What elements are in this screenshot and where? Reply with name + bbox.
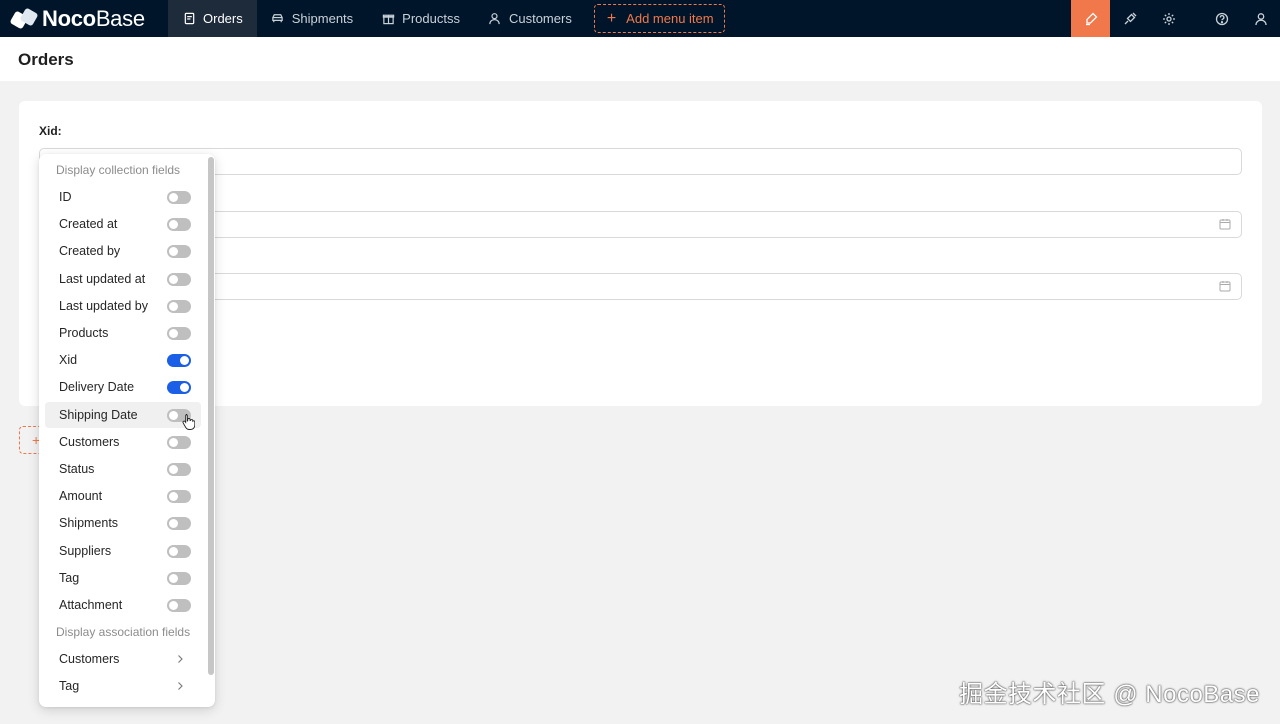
association-field-row[interactable]: Tag (45, 673, 201, 699)
field-toggle-switch[interactable] (167, 272, 191, 286)
field-toggle-row[interactable]: Xid (45, 347, 201, 373)
field-toggle-switch[interactable] (167, 299, 191, 313)
field-toggle-row[interactable]: Products (45, 320, 201, 346)
field-toggle-switch[interactable] (167, 327, 191, 340)
add-block-button[interactable]: + (19, 426, 41, 454)
field-label: Attachment (59, 598, 123, 612)
field-toggle-switch[interactable] (167, 490, 191, 504)
field-toggle-switch[interactable] (167, 245, 191, 259)
field-toggle-switch[interactable] (167, 463, 191, 476)
calendar-icon (1219, 281, 1231, 292)
watermark: 掘金技术社区 @ NocoBase (959, 681, 1260, 708)
field-toggle-switch[interactable] (167, 354, 191, 368)
toolbar-icons (1071, 0, 1280, 37)
calendar-icon (1219, 219, 1231, 230)
field-label: Suppliers (59, 543, 112, 558)
add-menu-label: Add menu item (626, 11, 714, 26)
document-icon (182, 12, 196, 26)
field-toggle-switch[interactable] (167, 571, 191, 585)
field-toggle-row[interactable]: ID (45, 184, 201, 210)
car-icon (271, 12, 285, 26)
nav-label: Orders (203, 11, 243, 26)
nocobase-logo-icon (9, 6, 39, 30)
field-toggle-row[interactable]: Last updated at (45, 266, 201, 292)
field-toggle-switch[interactable] (167, 218, 191, 232)
association-field-row[interactable]: Customers (45, 646, 201, 672)
field-toggle-row[interactable]: Amount (45, 483, 201, 509)
nav-label: Shipments (291, 11, 354, 26)
field-label: Created by (59, 244, 121, 259)
field-toggle-switch[interactable] (167, 599, 191, 612)
field-label: Delivery Date (59, 380, 135, 395)
top-navbar: NocoBase Orders Shipments Productss Cust… (0, 0, 1280, 37)
field-label: Products (59, 326, 109, 340)
settings-icon[interactable] (1149, 0, 1188, 37)
collection-fields-group-title: Display collection fields (56, 163, 181, 177)
field-label: Status (59, 462, 95, 476)
nav-label: Productss (402, 11, 460, 26)
page-header: Orders (0, 37, 1280, 81)
field-toggle-row[interactable]: Delivery Date (45, 374, 201, 400)
field-toggle-switch[interactable] (167, 381, 191, 395)
nav-item-orders[interactable]: Orders (168, 0, 257, 37)
nav-item-customers[interactable]: Customers (474, 0, 586, 37)
field-toggle-row[interactable]: Customers (45, 429, 201, 455)
field-label: Last updated at (59, 271, 146, 286)
field-toggle-row[interactable]: Shipments (45, 510, 201, 536)
field-toggle-row[interactable]: Last updated by (45, 293, 201, 319)
xid-input[interactable] (39, 148, 1242, 175)
highlight-icon[interactable] (1071, 0, 1110, 37)
xid-field-label: Xid: (39, 124, 62, 138)
add-menu-item-button[interactable]: + Add menu item (593, 4, 725, 33)
field-label: Customers (59, 652, 120, 666)
field-toggle-row[interactable]: Tag (45, 565, 201, 591)
field-label: Shipping Date (59, 407, 138, 422)
chevron-right-icon (178, 655, 183, 663)
field-toggle-row[interactable]: Attachment (45, 592, 201, 618)
nav-label: Customers (508, 11, 572, 26)
field-config-dropdown: Display collection fields Display associ… (39, 154, 215, 707)
field-toggle-row[interactable]: Status (45, 456, 201, 482)
field-toggle-switch[interactable] (167, 517, 191, 531)
shipping-date-input[interactable] (39, 273, 1242, 300)
pointer-cursor-icon (182, 414, 195, 430)
field-label: Customers (59, 434, 120, 449)
main-nav: Orders Shipments Productss Customers + A… (168, 0, 725, 37)
field-label: Xid (59, 353, 78, 368)
field-toggle-row[interactable]: Shipping Date (45, 401, 201, 428)
field-toggle-switch[interactable] (167, 191, 191, 204)
logo-text: NocoBase (42, 5, 145, 31)
field-label: Amount (59, 489, 103, 504)
field-label: Last updated by (59, 298, 148, 313)
plus-icon: + (606, 9, 617, 27)
field-label: Tag (59, 570, 80, 585)
field-toggle-row[interactable]: Created at (45, 211, 201, 237)
field-toggle-switch[interactable] (167, 544, 191, 558)
field-toggle-switch[interactable] (167, 435, 191, 449)
gift-icon (381, 12, 395, 26)
plugin-icon[interactable] (1110, 0, 1149, 37)
nav-item-shipments[interactable]: Shipments (257, 0, 367, 37)
logo[interactable]: NocoBase (0, 0, 168, 37)
delivery-date-input[interactable] (39, 211, 1242, 238)
field-label: Created at (59, 217, 118, 232)
field-label: Shipments (59, 516, 119, 531)
field-toggle-row[interactable]: Created by (45, 238, 201, 264)
field-label: ID (59, 190, 72, 204)
nav-item-products[interactable]: Productss (367, 0, 474, 37)
help-icon[interactable] (1202, 0, 1241, 37)
page-title: Orders (18, 50, 74, 69)
association-fields-group-title: Display association fields (56, 625, 191, 639)
user-icon[interactable] (1241, 0, 1280, 37)
dropdown-scrollbar[interactable] (208, 157, 214, 675)
user-icon (488, 12, 502, 26)
chevron-right-icon (178, 682, 183, 691)
field-toggle-row[interactable]: Suppliers (45, 538, 201, 564)
field-label: Tag (59, 679, 80, 694)
